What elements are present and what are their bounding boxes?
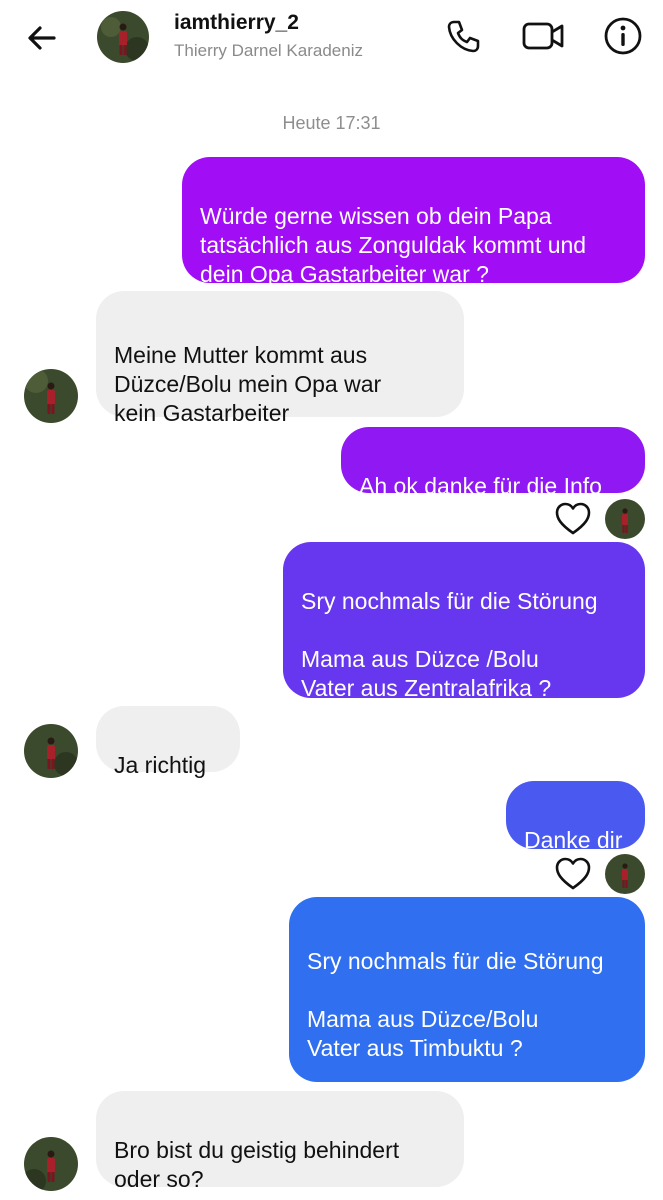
message-text: Sry nochmals für die Störung Mama aus Dü… [307,948,604,1061]
chat-full-name: Thierry Darnel Karadeniz [174,41,363,60]
back-arrow-icon[interactable] [24,20,60,56]
incoming-message[interactable]: Meine Mutter kommt aus Düzce/Bolu mein O… [96,291,464,426]
chat-header: iamthierry_2 Thierry Darnel Karadeniz [0,0,663,78]
outgoing-message[interactable]: Sry nochmals für die Störung Mama aus Dü… [289,897,645,1082]
incoming-message[interactable]: Bro bist du geistig behindert oder so? [96,1091,464,1192]
sender-avatar[interactable] [24,724,78,778]
sender-avatar[interactable] [24,369,78,423]
message-text: Danke dir [524,827,623,853]
message-text: Sry nochmals für die Störung Mama aus Dü… [301,588,598,701]
incoming-message[interactable]: Ja richtig [96,706,240,778]
seen-avatar [605,854,645,894]
message-text: Meine Mutter kommt aus Düzce/Bolu mein O… [114,342,382,426]
info-icon[interactable] [603,16,643,56]
outgoing-message[interactable]: Danke dir [506,781,645,853]
sender-avatar[interactable] [24,1137,78,1191]
chat-username[interactable]: iamthierry_2 [174,11,299,35]
video-camera-icon[interactable] [522,16,564,56]
phone-icon[interactable] [443,16,483,56]
heart-react-icon[interactable] [554,855,592,893]
heart-react-icon[interactable] [554,500,592,538]
thread-timestamp: Heute 17:31 [282,113,381,133]
profile-avatar[interactable] [97,11,149,63]
outgoing-message[interactable]: Würde gerne wissen ob dein Papa tatsächl… [182,157,645,287]
outgoing-message[interactable]: Sry nochmals für die Störung Mama aus Dü… [283,542,645,701]
message-text: Ah ok danke für die Info [359,473,602,499]
message-text: Bro bist du geistig behindert oder so? [114,1137,400,1192]
message-text: Würde gerne wissen ob dein Papa tatsächl… [200,203,587,287]
message-text: Ja richtig [114,752,207,778]
seen-avatar [605,499,645,539]
outgoing-message[interactable]: Ah ok danke für die Info [341,427,645,499]
